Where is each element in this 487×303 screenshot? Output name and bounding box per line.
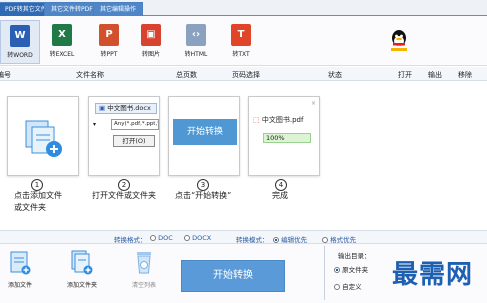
ppt-icon: P <box>99 24 119 46</box>
step4-close-icon: × <box>310 100 316 107</box>
step4-filename: 中文图书.pdf <box>261 116 304 124</box>
mode-edit-option[interactable]: 编辑优先 <box>273 234 307 244</box>
qq-logo-icon[interactable] <box>389 28 409 52</box>
clear-list-label: 清空列表 <box>131 282 156 289</box>
output-original-option[interactable]: 原文件夹 <box>334 264 368 274</box>
pdf-file-icon: ⬚ <box>253 116 260 124</box>
step2-filter-field: Any(*.pdf,*.ppt,* <box>111 119 159 130</box>
step4-description: 完成 <box>272 191 288 200</box>
start-convert-button[interactable]: 开始转换 <box>181 260 285 292</box>
add-files-icon <box>25 120 62 157</box>
toolbar: W 转WORD X 转EXCEL P 转PPT ▣ 转图片 ‹› 转HTML T… <box>0 16 487 66</box>
word-icon: W <box>10 25 30 47</box>
column-remove: 移除 <box>458 71 472 79</box>
step2-description: 打开文件或文件夹 <box>92 191 156 200</box>
output-custom-option[interactable]: 自定义 <box>334 281 362 291</box>
bottom-action-bar: 添加文件 添加文件夹 清空列表 开始转换 输出目录： 原文件夹 自定义 最需网 <box>0 244 487 303</box>
column-open: 打开 <box>398 71 412 79</box>
excel-icon: X <box>52 24 72 46</box>
output-original-radio[interactable] <box>334 267 340 273</box>
step2-filename: 中文图书.docx <box>107 104 151 112</box>
to-excel-button[interactable]: X 转EXCEL <box>42 20 82 64</box>
mode-format-option[interactable]: 格式优先 <box>322 234 356 244</box>
step2-card: ▣ 中文图书.docx ▾ Any(*.pdf,*.ppt,* 打开(O) <box>88 96 160 176</box>
add-folder-button[interactable]: 添加文件夹 <box>60 250 104 289</box>
step4-progress: 100% <box>263 133 311 143</box>
output-label: 输出目录： <box>338 252 371 260</box>
clear-list-button[interactable]: 清空列表 <box>122 250 166 289</box>
step4-card: × ⬚ 中文图书.pdf 100% <box>248 96 320 176</box>
step3-start-button: 开始转换 <box>173 119 237 145</box>
format-label: 转换格式： <box>114 236 147 244</box>
to-html-button[interactable]: ‹› 转HTML <box>176 20 216 64</box>
column-number: 编号 <box>0 71 11 79</box>
tab-other-edit[interactable]: 其它编辑操作 <box>93 2 144 16</box>
format-doc-radio[interactable] <box>150 235 156 241</box>
column-page-select: 页码选择 <box>232 71 260 79</box>
dropdown-arrow-icon: ▾ <box>93 121 97 128</box>
add-file-icon <box>10 251 31 275</box>
file-list-area[interactable]: ▣ 中文图书.docx ▾ Any(*.pdf,*.ppt,* 打开(O) 开始… <box>0 82 487 230</box>
to-image-label: 转图片 <box>141 51 160 58</box>
step4-file-row: ⬚ 中文图书.pdf <box>253 115 303 125</box>
format-docx-radio[interactable] <box>184 235 190 241</box>
image-icon: ▣ <box>141 24 161 46</box>
mode-label: 转换模式： <box>236 236 269 244</box>
trash-icon <box>137 252 151 274</box>
html-icon: ‹› <box>186 24 206 46</box>
column-filename: 文件名称 <box>76 71 104 79</box>
to-html-label: 转HTML <box>184 51 208 58</box>
to-image-button[interactable]: ▣ 转图片 <box>131 20 171 64</box>
step1-card <box>7 96 79 176</box>
to-ppt-button[interactable]: P 转PPT <box>89 20 129 64</box>
format-options-bar: 转换格式： DOC DOCX 转换模式： 编辑优先 格式优先 <box>0 230 487 244</box>
add-file-label: 添加文件 <box>7 282 32 289</box>
to-txt-button[interactable]: T 转TXT <box>221 20 261 64</box>
step3-description: 点击“开始转换” <box>175 191 232 200</box>
bottom-divider <box>324 246 325 300</box>
mode-edit-radio[interactable] <box>273 237 279 243</box>
add-folder-label: 添加文件夹 <box>66 282 97 289</box>
step3-card: 开始转换 <box>168 96 240 176</box>
column-total-pages: 总页数 <box>176 71 197 79</box>
to-word-label: 转WORD <box>7 52 33 59</box>
add-file-button[interactable]: 添加文件 <box>0 250 42 289</box>
step1-description: 点击添加文件 或文件夹 <box>14 191 62 212</box>
output-custom-radio[interactable] <box>334 284 340 290</box>
mode-format-radio[interactable] <box>322 237 328 243</box>
step2-open-button: 打开(O) <box>113 135 155 147</box>
add-folder-icon <box>71 250 93 275</box>
to-txt-label: 转TXT <box>232 51 250 58</box>
format-docx-option[interactable]: DOCX <box>184 234 211 242</box>
watermark: 最需网 <box>392 260 474 290</box>
step2-filename-field: ▣ 中文图书.docx <box>95 103 157 114</box>
column-output: 输出 <box>428 71 442 79</box>
doc-file-icon: ▣ <box>99 104 106 112</box>
format-doc-option[interactable]: DOC <box>150 234 173 242</box>
tab-other-to-pdf[interactable]: 其它文件转PDF <box>44 2 100 16</box>
to-ppt-label: 转PPT <box>100 51 118 58</box>
column-status: 状态 <box>328 71 342 79</box>
txt-icon: T <box>231 24 251 46</box>
tab-bar: PDF转其它文件 其它文件转PDF 其它编辑操作 <box>0 0 487 16</box>
to-excel-label: 转EXCEL <box>49 51 75 58</box>
file-table-header: 编号 文件名称 总页数 页码选择 状态 打开 输出 移除 <box>0 67 487 81</box>
to-word-button[interactable]: W 转WORD <box>0 20 40 64</box>
